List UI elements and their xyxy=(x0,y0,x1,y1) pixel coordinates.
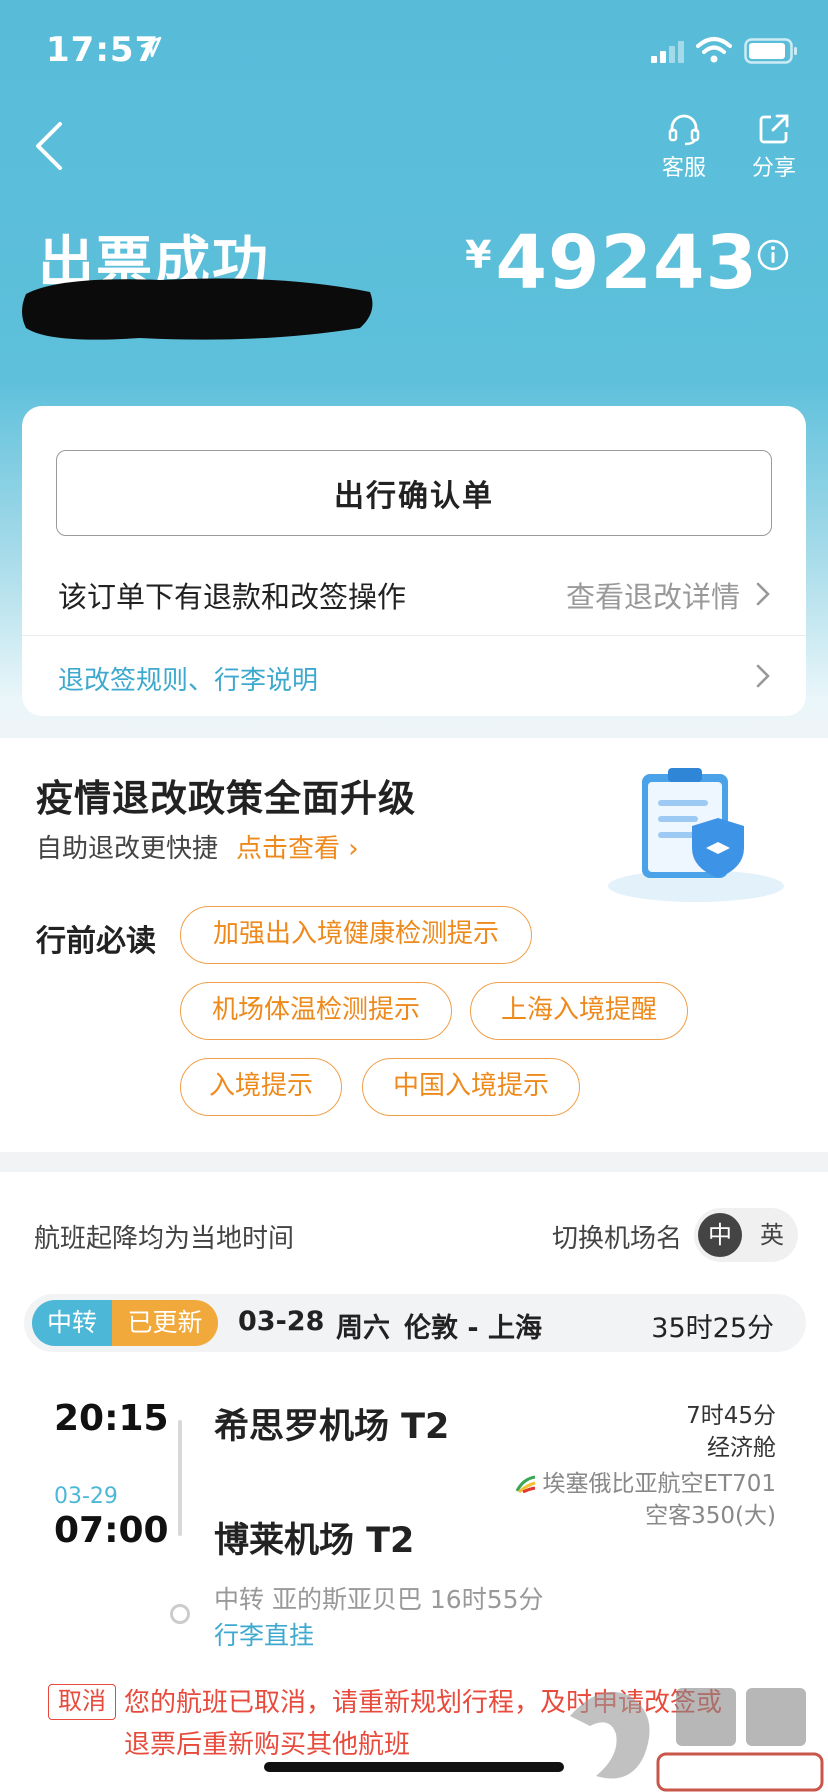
transfer-badge: 中转 xyxy=(32,1300,112,1346)
refund-change-text: 该订单下有退款和改签操作 xyxy=(58,580,407,614)
back-button[interactable] xyxy=(30,118,70,174)
headset-icon xyxy=(668,114,700,146)
share-label: 分享 xyxy=(751,156,796,181)
tag-health-check[interactable]: 加强出入境健康检测提示 xyxy=(180,906,532,964)
order-card: 出行确认单 该订单下有退款和改签操作 查看退改详情 退改签规则、行李说明 xyxy=(22,406,806,716)
policy-section: 疫情退改政策全面升级 自助退改更快捷 点击查看 › 行前必读 加强出入境健康检测… xyxy=(0,738,828,1152)
chevron-right-icon xyxy=(756,582,770,606)
wifi-icon xyxy=(696,37,732,63)
rules-row[interactable]: 退改签规则、行李说明 xyxy=(22,638,806,716)
policy-title: 疫情退改政策全面升级 xyxy=(36,777,416,820)
cabin-class: 经济舱 xyxy=(707,1435,776,1461)
refund-detail-link[interactable]: 查看退改详情 xyxy=(566,574,740,616)
battery-icon xyxy=(744,38,797,64)
policy-subtitle: 自助退改更快捷 xyxy=(36,834,219,864)
currency-symbol: ¥ xyxy=(465,233,492,277)
transfer-dot xyxy=(170,1604,190,1624)
tag-temperature-check[interactable]: 机场体温检测提示 xyxy=(180,982,452,1040)
transfer-info: 中转 亚的斯亚贝巴 16时55分 行李直挂 xyxy=(214,1582,554,1654)
tag-shanghai-entry[interactable]: 上海入境提醒 xyxy=(470,982,688,1040)
chevron-right-icon xyxy=(756,664,770,688)
home-indicator[interactable] xyxy=(264,1762,564,1772)
total-duration: 35时25分 xyxy=(651,1313,774,1344)
route-date: 03-28 xyxy=(238,1306,325,1337)
arrival-date: 03-29 xyxy=(54,1484,118,1509)
route-cities: 伦敦 - 上海 xyxy=(404,1313,543,1344)
switch-airport-label: 切换机场名 xyxy=(552,1224,683,1254)
policy-view-link[interactable]: 点击查看 › xyxy=(236,828,359,865)
cancel-badge: 取消 xyxy=(48,1684,116,1720)
service-label: 客服 xyxy=(661,156,706,181)
location-arrow-icon xyxy=(140,36,162,58)
clipboard-shield-icon xyxy=(608,768,784,902)
local-time-note: 航班起降均为当地时间 xyxy=(34,1224,295,1254)
transfer-text: 中转 亚的斯亚贝巴 16时55分 xyxy=(214,1585,544,1614)
share-icon xyxy=(759,114,789,144)
share-button[interactable]: 分享 xyxy=(734,112,814,182)
customer-service-button[interactable]: 客服 xyxy=(644,112,724,182)
aircraft-type: 空客350(大) xyxy=(645,1503,776,1529)
must-read-label: 行前必读 xyxy=(36,924,156,959)
status-bar: 17:57 xyxy=(0,0,828,100)
arrival-time: 07:00 xyxy=(54,1510,169,1551)
policy-link-text: 点击查看 xyxy=(236,834,341,864)
tag-entry-notice[interactable]: 入境提示 xyxy=(180,1058,342,1116)
cellular-signal-icon xyxy=(651,41,684,63)
arrival-airport: 博莱机场 T2 xyxy=(214,1521,415,1561)
route-summary-bar: 中转 已更新 03-28 周六 伦敦 - 上海 35时25分 xyxy=(24,1294,806,1352)
airline-name: 埃塞俄比亚航空ET701 xyxy=(542,1471,776,1497)
flight-timeline xyxy=(178,1420,182,1536)
rules-baggage-link[interactable]: 退改签规则、行李说明 xyxy=(58,660,318,697)
price-info-icon[interactable] xyxy=(756,238,790,272)
route-weekday: 周六 xyxy=(336,1313,390,1344)
departure-time: 20:15 xyxy=(54,1398,169,1439)
departure-airport: 希思罗机场 T2 xyxy=(214,1407,450,1447)
travel-confirmation-button[interactable]: 出行确认单 xyxy=(56,450,772,536)
price-amount: 49243 xyxy=(495,220,758,306)
airport-name-language-toggle[interactable]: 中 英 xyxy=(694,1208,798,1262)
updated-badge: 已更新 xyxy=(112,1300,218,1346)
refund-change-row[interactable]: 该订单下有退款和改签操作 查看退改详情 xyxy=(22,560,806,636)
redacted-passenger-info xyxy=(22,278,373,340)
tag-china-entry[interactable]: 中国入境提示 xyxy=(362,1058,580,1116)
total-price: ¥49243 xyxy=(465,220,758,306)
watermark-logo xyxy=(570,1688,824,1792)
lang-en-option[interactable]: 英 xyxy=(750,1213,794,1257)
airline-info: 埃塞俄比亚航空ET701 xyxy=(515,1464,776,1498)
lang-zh-option[interactable]: 中 xyxy=(698,1213,742,1257)
baggage-through-link[interactable]: 行李直挂 xyxy=(214,1621,314,1650)
airline-logo-icon xyxy=(515,1475,535,1493)
leg-duration: 7时45分 xyxy=(686,1403,776,1429)
